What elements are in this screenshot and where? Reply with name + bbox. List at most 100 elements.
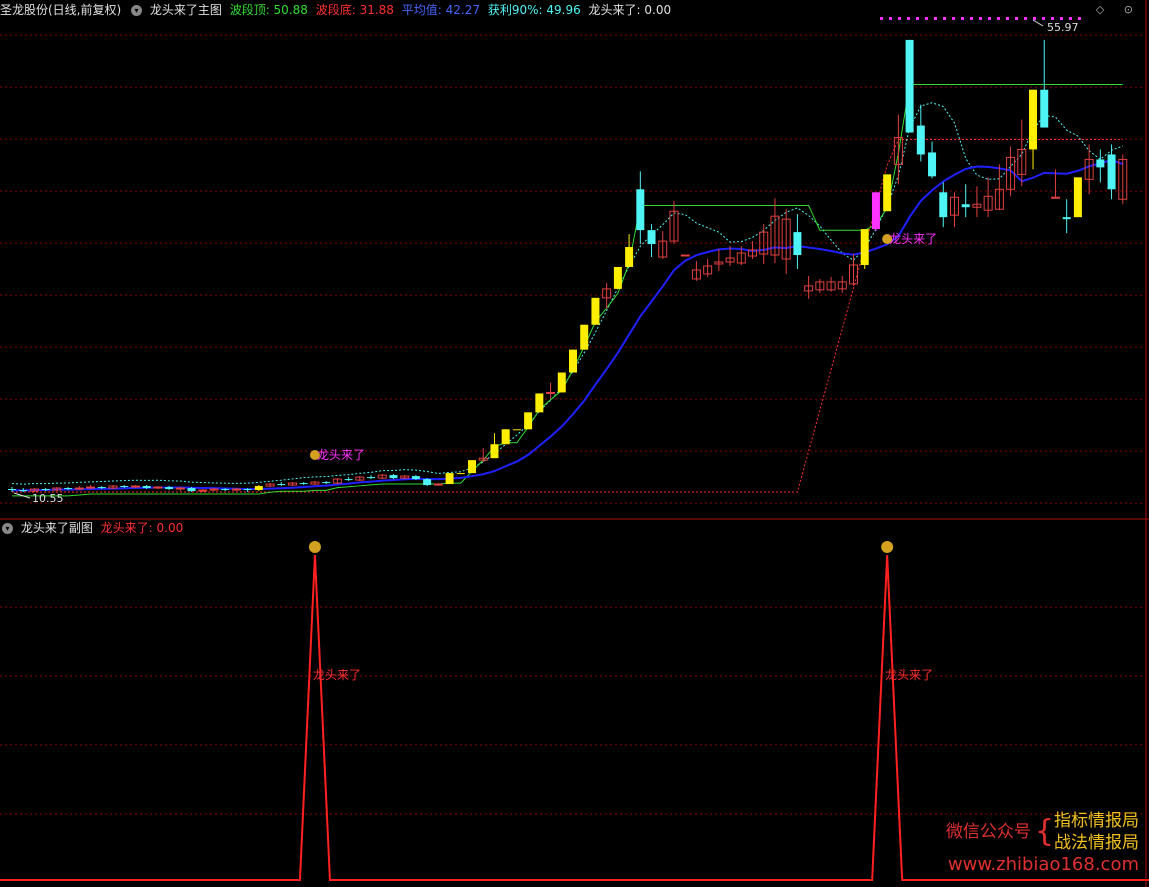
resistance-dot: [979, 17, 982, 20]
candle-body: [1062, 217, 1071, 220]
candle-body: [130, 485, 140, 488]
candle-body: [64, 488, 73, 490]
candle-body: [74, 487, 84, 490]
candle-body: [423, 479, 432, 486]
candle-body: [647, 230, 656, 245]
candle-body: [535, 393, 544, 413]
candle-body: [490, 444, 499, 459]
candle-body: [860, 229, 869, 265]
candle-body: [1073, 177, 1082, 218]
stock-title[interactable]: 圣龙股份(日线,前复权): [0, 3, 121, 17]
resistance-dot: [952, 17, 955, 20]
signal-label: 龙头来了: [317, 448, 365, 462]
watermark-url: www.zhibiao168.com: [947, 854, 1139, 875]
resistance-dot: [997, 17, 1000, 20]
candle-body: [1050, 196, 1060, 199]
resistance-dot: [1015, 17, 1018, 20]
resistance-dot: [1078, 17, 1081, 20]
candle-body: [883, 174, 892, 212]
candle-body: [19, 490, 28, 492]
candle-body: [961, 204, 970, 208]
candle-body: [871, 192, 880, 230]
candle-body: [221, 489, 230, 491]
candle-body: [433, 483, 443, 486]
chart-canvas: 55.9710.55龙头来了龙头来了龙头来了 龙头来了: [0, 0, 1149, 887]
resistance-dot: [898, 17, 901, 20]
candle-body: [636, 189, 645, 231]
candle-body: [793, 232, 802, 256]
wave-top-value: 波段顶: 50.88: [229, 3, 308, 17]
candle-body: [8, 489, 16, 491]
average-value: 平均值: 42.27: [401, 3, 480, 17]
candle-body: [512, 429, 521, 431]
watermark-wechat: 微信公众号: [945, 822, 1031, 842]
candle-body: [389, 475, 398, 479]
money-bag-icon: [308, 541, 321, 553]
candle-body: [445, 473, 454, 485]
candle-body: [468, 460, 477, 474]
candle-body: [198, 489, 208, 492]
candle-body: [344, 479, 353, 481]
candle-body: [277, 484, 286, 486]
main-chart-header: 圣龙股份(日线,前复权) ▾ 龙头来了主图 波段顶: 50.88 波段底: 31…: [0, 1, 675, 19]
resistance-dot: [1069, 17, 1072, 20]
watermark: 微信公众号{指标情报局 战法情报局 www.zhibiao168.com: [946, 810, 1139, 876]
sub-signal-label: 龙头来了: [313, 668, 361, 682]
resistance-dot: [1006, 17, 1009, 20]
candle-body: [928, 152, 937, 177]
candle-body: [411, 476, 420, 480]
resistance-dot: [943, 17, 946, 20]
candle-body: [120, 486, 129, 488]
profit-line: [12, 139, 1123, 493]
candle-body: [86, 486, 96, 489]
main-indicator-name[interactable]: 龙头来了主图: [150, 3, 222, 17]
candle-body: [580, 324, 589, 350]
high-arrow: [1032, 19, 1044, 27]
resistance-dot: [1033, 17, 1036, 20]
sub-indicator-name[interactable]: 龙头来了副图: [21, 521, 93, 535]
low-price-label: 10.55: [32, 492, 64, 505]
candle-body: [625, 247, 634, 267]
watermark-name-1: 指标情报局: [1054, 811, 1139, 831]
candle-body: [1029, 89, 1038, 150]
candle-body: [231, 488, 241, 491]
resistance-dot: [1024, 17, 1027, 20]
candle-body: [142, 486, 151, 489]
sub-signal-value: 龙头来了: 0.00: [100, 521, 184, 535]
brace-icon: {: [1034, 814, 1054, 849]
profit-value: 获利90%: 49.96: [487, 3, 581, 17]
sub-signal-label: 龙头来了: [885, 668, 933, 682]
average-line: [11, 158, 1124, 492]
chevron-down-icon[interactable]: ▾: [2, 523, 13, 534]
candle-body: [165, 487, 174, 490]
resistance-dot: [1051, 17, 1054, 20]
signal-label: 龙头来了: [889, 232, 937, 246]
candle-body: [97, 487, 106, 489]
cyan-dotted-line: [11, 102, 1123, 485]
candle-body: [524, 412, 533, 430]
resistance-dot: [907, 17, 910, 20]
resistance-dot: [1042, 17, 1045, 20]
candle-body: [254, 486, 263, 491]
resistance-dot: [880, 17, 883, 20]
watermark-name-2: 战法情报局: [1054, 833, 1139, 853]
wave-bottom-value: 波段底: 31.88: [315, 3, 394, 17]
candle-body: [546, 391, 556, 394]
chevron-down-icon[interactable]: ▾: [131, 5, 143, 16]
candle-body: [939, 192, 948, 218]
money-bag-icon: [881, 541, 894, 553]
candle-body: [569, 349, 577, 373]
wave-top-line: [12, 84, 1123, 497]
resistance-dot: [889, 17, 892, 20]
candle-body: [175, 487, 185, 490]
candle-body: [153, 486, 163, 489]
candle-body: [367, 477, 376, 479]
window-controls[interactable]: ◇ ⊙: [1096, 3, 1141, 16]
signal-value: 龙头来了: 0.00: [588, 3, 672, 17]
candle-body: [1040, 89, 1049, 128]
sub-chart-header: ▾ 龙头来了副图 龙头来了: 0.00: [0, 519, 187, 537]
candle-body: [916, 125, 925, 155]
candle-body: [209, 488, 219, 491]
resistance-dot: [970, 17, 973, 20]
candle-body: [905, 39, 914, 133]
